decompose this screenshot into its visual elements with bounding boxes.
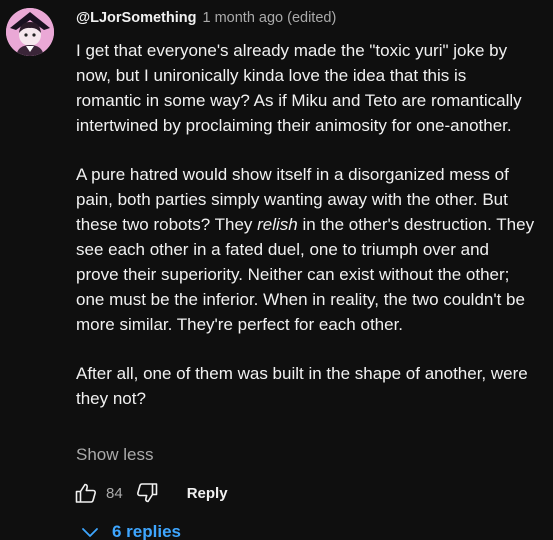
comment-timestamp[interactable]: 1 month ago (edited) [202, 10, 336, 26]
show-less-button[interactable]: Show less [76, 444, 153, 466]
chevron-down-icon [82, 528, 98, 537]
comment-paragraph: I get that everyone's already made the "… [76, 38, 536, 138]
replies-count-label: 6 replies [112, 522, 181, 540]
comment-actions: 84 Reply [72, 478, 228, 508]
comment-emphasis: relish [257, 215, 298, 234]
dislike-button[interactable] [133, 479, 161, 507]
thumbs-down-icon [136, 483, 157, 503]
comment-header: @LJorSomething 1 month ago (edited) [76, 10, 336, 30]
comment-text: I get that everyone's already made the "… [76, 41, 522, 135]
comment-body: I get that everyone's already made the "… [76, 38, 536, 411]
like-button[interactable] [72, 479, 100, 507]
view-replies-button[interactable]: 6 replies [80, 522, 181, 540]
avatar[interactable] [6, 8, 54, 56]
avatar-image [6, 8, 54, 56]
reply-button[interactable]: Reply [187, 485, 228, 502]
comment-paragraph: After all, one of them was built in the … [76, 361, 536, 411]
comment-text: After all, one of them was built in the … [76, 364, 528, 408]
like-count: 84 [106, 484, 123, 502]
comment-paragraph: A pure hatred would show itself in a dis… [76, 162, 536, 337]
comment-author[interactable]: @LJorSomething [76, 10, 196, 26]
thumbs-up-icon [75, 483, 96, 503]
